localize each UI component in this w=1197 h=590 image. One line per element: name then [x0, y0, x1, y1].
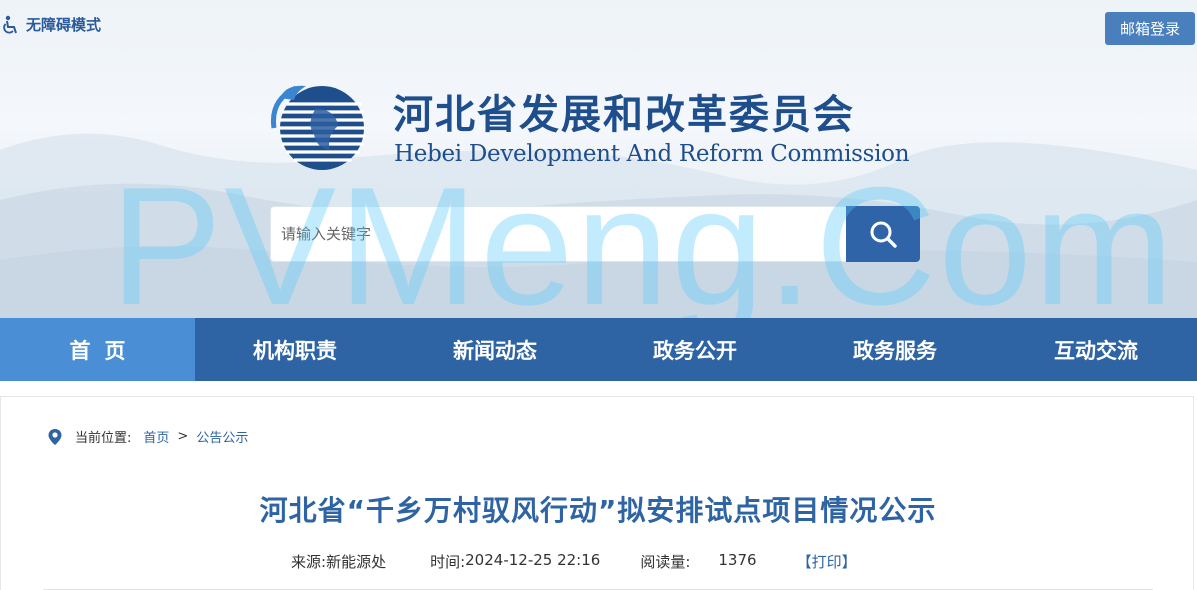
breadcrumb-home-link[interactable]: 首页	[143, 427, 169, 446]
breadcrumb-separator: >	[177, 429, 189, 444]
print-link[interactable]: 【打印】	[797, 551, 857, 572]
breadcrumb-current-link[interactable]: 公告公示	[196, 427, 248, 446]
breadcrumb-label: 当前位置:	[75, 431, 132, 446]
article-title: 河北省“千乡万村驭风行动”拟安排试点项目情况公示	[259, 494, 937, 527]
search-input[interactable]	[281, 225, 847, 243]
breadcrumb: 当前位置: 首页 > 公告公示	[47, 427, 248, 446]
search-field[interactable]	[270, 206, 848, 262]
search-button[interactable]	[846, 206, 920, 262]
nav-item-gov-services[interactable]: 政务服务	[795, 318, 995, 381]
site-title-cn: 河北省发展和改革委员会	[393, 92, 855, 138]
mail-login-button[interactable]: 邮箱登录	[1105, 12, 1195, 45]
time-value: 2024-12-25 22:16	[465, 551, 601, 569]
nav-item-interaction[interactable]: 互动交流	[995, 318, 1197, 381]
wheelchair-icon	[3, 15, 17, 33]
accessibility-label: 无障碍模式	[26, 16, 102, 34]
main-nav: 首页 机构职责 新闻动态 政务公开 政务服务 互动交流	[0, 318, 1197, 381]
accessibility-mode-link[interactable]: 无障碍模式	[2, 14, 101, 35]
nav-item-news[interactable]: 新闻动态	[395, 318, 595, 381]
location-pin-icon	[48, 428, 62, 445]
reads-label: 阅读量:	[640, 553, 691, 571]
reads-value: 1376	[718, 551, 757, 569]
article-panel: 当前位置: 首页 > 公告公示 河北省“千乡万村驭风行动”拟安排试点项目情况公示…	[0, 396, 1194, 590]
time-label: 时间:	[430, 553, 466, 571]
site-title-en: Hebei Development And Reform Commission	[394, 141, 910, 167]
nav-item-home[interactable]: 首页	[0, 318, 195, 381]
nav-item-public-affairs[interactable]: 政务公开	[595, 318, 795, 381]
site-header: 无障碍模式 邮箱登录 河北省发展和改革委员会 Hebei Development…	[0, 0, 1197, 318]
source-label: 来源:	[291, 553, 327, 571]
source-value: 新能源处	[326, 553, 387, 571]
nav-item-organization[interactable]: 机构职责	[195, 318, 395, 381]
commission-logo	[270, 85, 365, 170]
article-meta: 来源: 新能源处 时间: 2024-12-25 22:16 阅读量: 1376 …	[291, 551, 857, 572]
search-icon	[870, 221, 897, 248]
